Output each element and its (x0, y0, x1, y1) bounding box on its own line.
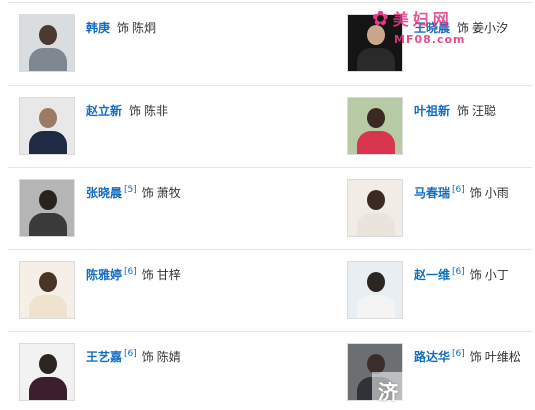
actor-photo[interactable] (347, 97, 403, 155)
photo-figure-body (29, 377, 67, 400)
cast-credit: 韩庚饰陈炯 (86, 20, 156, 36)
actor-link[interactable]: 张晓晨 (86, 186, 122, 200)
cast-item: 韩庚饰陈炯 (19, 14, 269, 76)
role-name: 姜小汐 (472, 21, 509, 35)
photo-figure-body (357, 131, 395, 154)
photo-figure-head (39, 190, 57, 210)
photo-figure-head (367, 190, 385, 210)
role-name: 叶维松 (484, 350, 521, 364)
role-name: 陈非 (144, 104, 169, 118)
corner-watermark: 济 (372, 372, 418, 404)
citation-ref[interactable]: [6] (124, 267, 137, 277)
cast-item: 赵一维 [6] 饰小丁 (347, 261, 535, 323)
role-name: 陈炯 (132, 21, 157, 35)
actor-link[interactable]: 叶祖新 (414, 104, 450, 118)
row-divider (8, 331, 532, 332)
as-label: 饰 (129, 104, 142, 118)
row-divider (8, 167, 532, 168)
photo-figure-body (357, 295, 395, 318)
as-label: 饰 (469, 186, 482, 200)
site-watermark-logo: ✿ 美妇网 MF08.com (372, 6, 465, 45)
watermark-domain: MF08.com (394, 33, 466, 46)
photo-figure-head (39, 354, 57, 374)
cast-item: 陈雅婷 [6] 饰甘梓 (19, 261, 269, 323)
actor-link[interactable]: 赵立新 (86, 104, 122, 118)
cast-credit: 陈雅婷 [6] 饰甘梓 (86, 267, 181, 283)
role-name: 小雨 (484, 186, 509, 200)
cast-item: 张晓晨 [5] 饰萧牧 (19, 179, 269, 241)
role-name: 萧牧 (156, 186, 181, 200)
actor-link[interactable]: 马春瑞 (414, 186, 450, 200)
actor-photo[interactable] (19, 261, 75, 319)
actor-photo[interactable] (19, 343, 75, 401)
photo-figure-head (367, 354, 385, 374)
citation-ref[interactable]: [5] (124, 185, 137, 195)
actor-photo[interactable] (347, 179, 403, 237)
role-name: 小丁 (484, 268, 509, 282)
corner-watermark-text: 济 (378, 380, 398, 404)
photo-figure-head (39, 272, 57, 292)
as-label: 饰 (469, 350, 482, 364)
cast-item: 马春瑞 [6] 饰小雨 (347, 179, 535, 241)
role-name: 陈婧 (156, 350, 181, 364)
actor-photo[interactable] (347, 261, 403, 319)
citation-ref[interactable]: [6] (452, 185, 465, 195)
photo-figure-body (29, 213, 67, 236)
cast-credit: 张晓晨 [5] 饰萧牧 (86, 185, 181, 201)
cast-item: 王艺嘉 [6] 饰陈婧 (19, 343, 269, 405)
cast-item: 叶祖新饰汪聪 (347, 97, 535, 159)
cast-item: 赵立新饰陈非 (19, 97, 269, 159)
actor-link[interactable]: 赵一维 (414, 268, 450, 282)
actor-link[interactable]: 路达华 (414, 350, 450, 364)
cast-credit: 赵立新饰陈非 (86, 103, 168, 119)
as-label: 饰 (457, 104, 470, 118)
citation-ref[interactable]: [6] (124, 349, 137, 359)
citation-ref[interactable]: [6] (452, 267, 465, 277)
actor-photo[interactable] (19, 97, 75, 155)
row-divider (8, 249, 532, 250)
photo-figure-head (39, 25, 57, 45)
top-divider (8, 2, 532, 3)
watermark-site-name: 美妇网 (392, 10, 453, 29)
flower-logo-icon: ✿ (372, 6, 389, 30)
actor-link[interactable]: 陈雅婷 (86, 268, 122, 282)
cast-credit: 叶祖新饰汪聪 (414, 103, 496, 119)
actor-photo[interactable] (19, 179, 75, 237)
cast-credit: 路达华 [6] 饰叶维松 (414, 349, 521, 365)
cast-credit: 王艺嘉 [6] 饰陈婧 (86, 349, 181, 365)
as-label: 饰 (117, 21, 130, 35)
row-divider (8, 85, 532, 86)
cast-credit: 马春瑞 [6] 饰小雨 (414, 185, 509, 201)
role-name: 甘梓 (156, 268, 181, 282)
actor-link[interactable]: 韩庚 (86, 21, 110, 35)
actor-link[interactable]: 王艺嘉 (86, 350, 122, 364)
cast-credit: 赵一维 [6] 饰小丁 (414, 267, 509, 283)
photo-figure-head (367, 272, 385, 292)
photo-figure-body (29, 48, 67, 71)
photo-figure-body (357, 48, 395, 71)
photo-figure-head (39, 108, 57, 128)
as-label: 饰 (141, 350, 154, 364)
photo-figure-body (357, 213, 395, 236)
role-name: 汪聪 (472, 104, 497, 118)
as-label: 饰 (141, 268, 154, 282)
photo-figure-body (29, 295, 67, 318)
actor-photo[interactable] (19, 14, 75, 72)
as-label: 饰 (141, 186, 154, 200)
citation-ref[interactable]: [6] (452, 349, 465, 359)
photo-figure-head (367, 108, 385, 128)
as-label: 饰 (469, 268, 482, 282)
photo-figure-body (29, 131, 67, 154)
